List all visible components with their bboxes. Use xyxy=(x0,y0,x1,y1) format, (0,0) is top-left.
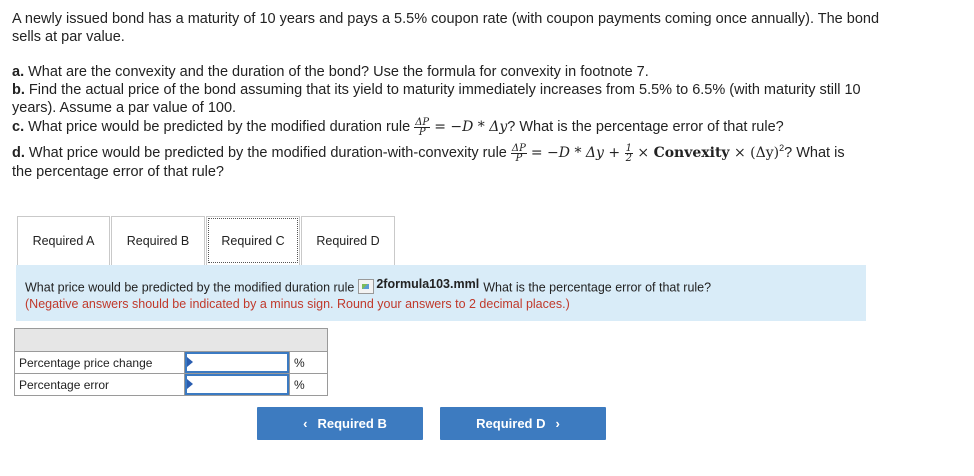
delta-p-over-p-2: ΔP P xyxy=(510,142,527,164)
convexity-formula-part1: = −D * Δy + xyxy=(530,144,625,161)
percentage-price-change-input[interactable] xyxy=(185,352,289,373)
problem-line-2: sells at par value. xyxy=(12,29,125,45)
tab-required-d[interactable]: Required D xyxy=(301,216,395,265)
requirement-tabs: Required A Required B Required C Require… xyxy=(17,216,395,265)
part-b-text: Find the actual price of the bond assumi… xyxy=(24,82,861,98)
row-label-percentage-error: Percentage error xyxy=(14,373,185,396)
part-c-text-post: ? What is the percentage error of that r… xyxy=(507,119,784,135)
row-label-price-change: Percentage price change xyxy=(14,351,185,374)
part-b: b. Find the actual price of the bond ass… xyxy=(12,81,962,99)
prev-required-b-button[interactable]: ‹ Required B xyxy=(257,407,423,440)
chevron-left-icon: ‹ xyxy=(303,416,308,431)
question-panel: What price would be predicted by the mod… xyxy=(16,265,866,321)
answer-instruction: (Negative answers should be indicated by… xyxy=(25,297,570,311)
answer-table-header xyxy=(14,328,328,352)
broken-image-icon xyxy=(358,278,375,294)
part-d: d. What price would be predicted by the … xyxy=(12,142,845,164)
one-half: 12 xyxy=(624,142,633,164)
table-row: Percentage price change % xyxy=(14,351,328,374)
convexity-word: Convexity xyxy=(653,144,730,161)
part-d-cont: the percentage error of that rule? xyxy=(12,163,224,180)
tab-required-a[interactable]: Required A xyxy=(17,216,110,265)
percent-unit: % xyxy=(289,373,328,396)
answer-table: Percentage price change % Percentage err… xyxy=(14,328,328,396)
table-row: Percentage error % xyxy=(14,373,328,396)
formula-image: 2formula103.mml xyxy=(358,274,479,294)
part-a: a. What are the convexity and the durati… xyxy=(12,63,962,81)
part-b-label: b. xyxy=(12,82,25,98)
tab-required-c[interactable]: Required C xyxy=(206,216,300,265)
chevron-right-icon: › xyxy=(555,416,560,431)
delta-p-over-p: ΔP P xyxy=(414,117,431,138)
part-d-text-post: ? What is xyxy=(784,144,845,161)
part-b-cont: years). Assume a par value of 100. xyxy=(12,100,237,116)
percent-unit: % xyxy=(289,351,328,374)
part-c-text: What price would be predicted by the mod… xyxy=(24,119,415,135)
percentage-error-input[interactable] xyxy=(185,374,289,395)
problem-statement: A newly issued bond has a maturity of 10… xyxy=(12,10,957,46)
part-c-label: c. xyxy=(12,119,25,135)
part-c: c. What price would be predicted by the … xyxy=(12,117,962,138)
part-d-text: What price would be predicted by the mod… xyxy=(24,144,511,161)
problem-line-1: A newly issued bond has a maturity of 10… xyxy=(12,11,880,27)
modified-duration-formula: = −D * Δy xyxy=(434,119,508,135)
problem-parts: a. What are the convexity and the durati… xyxy=(12,63,962,181)
part-a-label: a. xyxy=(12,64,25,80)
tab-required-b[interactable]: Required B xyxy=(111,216,205,265)
part-a-text: What are the convexity and the duration … xyxy=(24,64,649,80)
next-required-d-button[interactable]: Required D › xyxy=(440,407,606,440)
part-d-label: d. xyxy=(12,144,25,161)
